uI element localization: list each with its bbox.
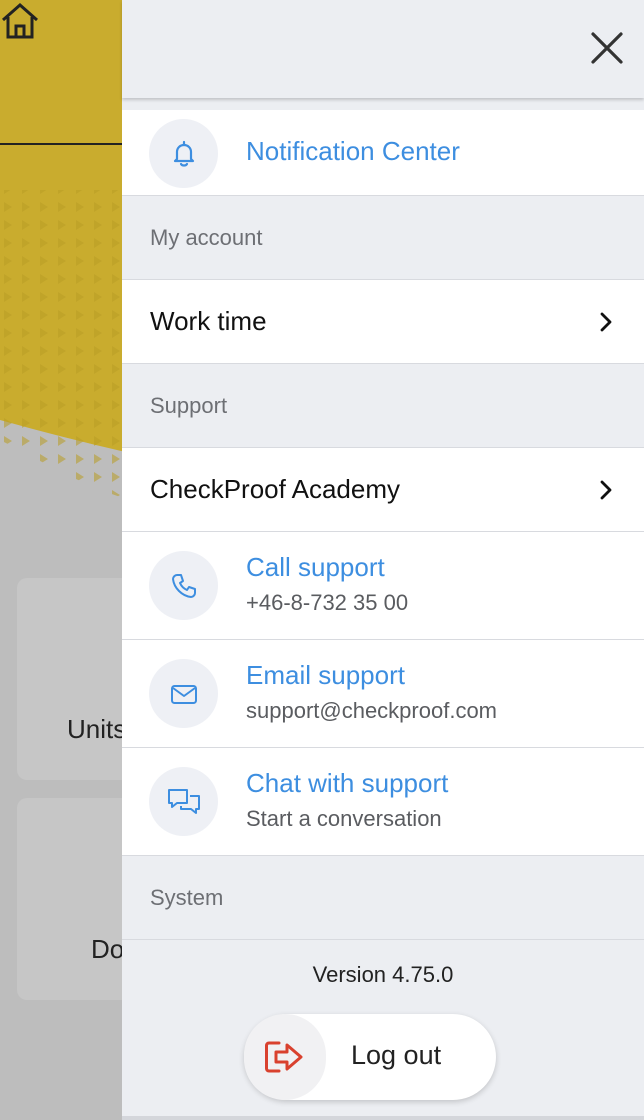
section-my-account: My account bbox=[122, 196, 644, 280]
header-divider bbox=[0, 143, 122, 145]
work-time-item[interactable]: Work time bbox=[122, 280, 644, 364]
drawer-header bbox=[122, 0, 644, 98]
checkproof-academy-item[interactable]: CheckProof Academy bbox=[122, 448, 644, 532]
side-drawer: Notification Center My account Work time… bbox=[122, 0, 644, 1120]
section-system: System bbox=[122, 856, 644, 940]
chevron-right-icon bbox=[600, 312, 612, 332]
email-support-address: support@checkproof.com bbox=[246, 698, 498, 723]
chat-icon bbox=[149, 767, 218, 836]
section-support: Support bbox=[122, 364, 644, 448]
app-version: Version 4.75.0 bbox=[312, 962, 454, 987]
home-icon bbox=[2, 2, 38, 39]
background-card-label: Units bbox=[67, 714, 127, 744]
mail-icon bbox=[149, 659, 218, 728]
bell-icon bbox=[149, 119, 218, 188]
logout-label: Log out bbox=[351, 1040, 442, 1070]
chat-support-title: Chat with support bbox=[246, 768, 449, 798]
notification-center-label: Notification Center bbox=[246, 136, 460, 166]
close-icon[interactable] bbox=[590, 31, 624, 65]
notification-center-item[interactable]: Notification Center bbox=[122, 110, 644, 196]
email-support-item[interactable]: Email support support@checkproof.com bbox=[122, 640, 644, 748]
call-support-title: Call support bbox=[246, 552, 385, 582]
call-support-number: +46-8-732 35 00 bbox=[246, 590, 409, 615]
email-support-title: Email support bbox=[246, 660, 405, 690]
chevron-right-icon bbox=[600, 480, 612, 500]
background-card-label: Do bbox=[91, 934, 125, 964]
work-time-label: Work time bbox=[150, 306, 267, 336]
logout-icon bbox=[244, 1014, 326, 1100]
chat-support-item[interactable]: Chat with support Start a conversation bbox=[122, 748, 644, 856]
logout-button[interactable]: Log out bbox=[244, 1014, 496, 1100]
drawer-bottom-edge bbox=[122, 1116, 644, 1120]
checkproof-academy-label: CheckProof Academy bbox=[150, 474, 401, 504]
chat-support-subtitle: Start a conversation bbox=[246, 806, 442, 831]
call-support-item[interactable]: Call support +46-8-732 35 00 bbox=[122, 532, 644, 640]
phone-icon bbox=[149, 551, 218, 620]
